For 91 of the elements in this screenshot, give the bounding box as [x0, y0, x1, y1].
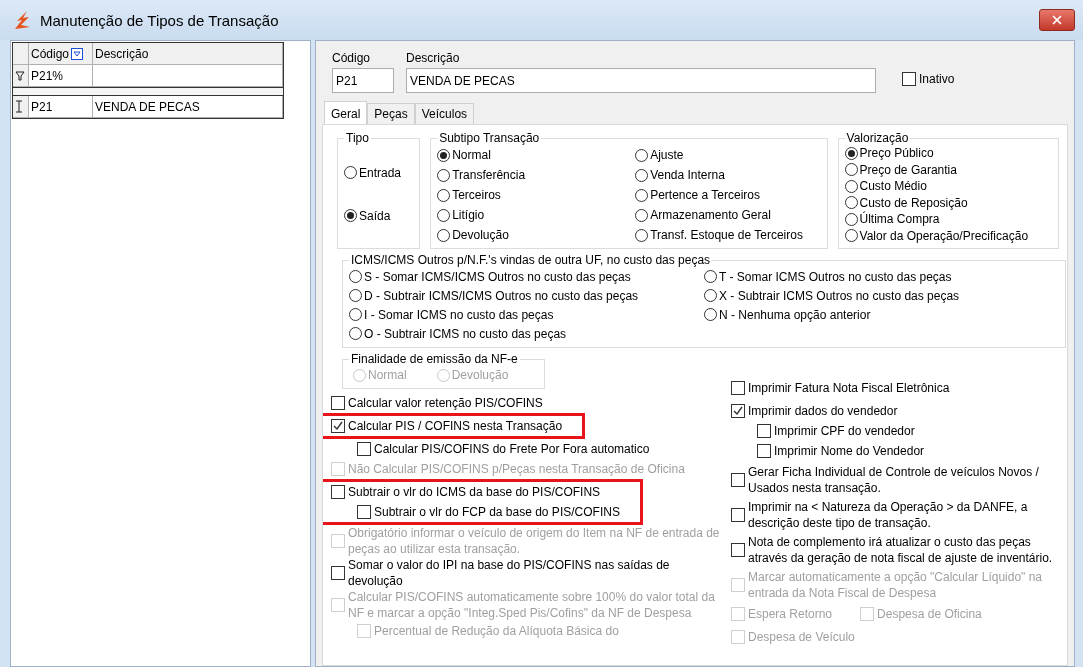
radio-button[interactable]: D - Subtrair ICMS/ICMS Outros no custo das peças	[349, 286, 704, 305]
radio-button[interactable]: Devolução	[437, 225, 636, 245]
radio-button[interactable]: Transf. Estoque de Terceiros	[635, 225, 821, 245]
table-cell: P21	[29, 96, 93, 118]
radio-indicator[interactable]	[437, 228, 451, 242]
radio-button[interactable]: I - Somar ICMS no custo das peças	[349, 305, 704, 324]
table-cell: VENDA DE PECAS	[93, 96, 283, 118]
radio-button[interactable]: T - Somar ICMS Outros no custo das peças	[704, 267, 1059, 286]
radio-button[interactable]: Terceiros	[437, 185, 636, 205]
close-icon	[1050, 13, 1064, 27]
radio-button[interactable]: Pertence a Terceiros	[635, 185, 821, 205]
radio-indicator[interactable]	[635, 208, 649, 222]
radio-indicator[interactable]	[844, 179, 858, 193]
radio-button[interactable]: Transferência	[437, 165, 636, 185]
tab[interactable]: Peças	[367, 103, 415, 124]
radio-indicator[interactable]	[844, 163, 858, 177]
radio-button[interactable]: Preço de Garantia	[844, 161, 1052, 178]
filter-icon	[15, 70, 25, 81]
checkbox[interactable]: Calcular valor retenção PIS/COFINS	[331, 393, 726, 413]
radio-button[interactable]: N - Nenhuma opção anterior	[704, 305, 1059, 324]
group-title: Valorização	[845, 131, 910, 145]
group-title: Finalidade de emissão da NF-e	[350, 352, 519, 366]
tab[interactable]: Veículos	[414, 103, 475, 124]
input-field[interactable]: P21	[332, 68, 394, 93]
radio-indicator[interactable]	[704, 270, 717, 283]
group-title: Tipo	[345, 131, 370, 145]
radio-button[interactable]: Última Compra	[844, 211, 1052, 228]
checkbox[interactable]: Imprimir dados do vendedor	[731, 401, 1059, 421]
radio-button[interactable]: S - Somar ICMS/ICMS Outros no custo das peças	[349, 267, 704, 286]
checkbox[interactable]: Nota de complemento irá atualizar o custo das peças através da geração de nota fiscal de ajuste de inventário.	[731, 534, 1059, 566]
field-label: Descrição	[406, 51, 461, 65]
filter-cell[interactable]	[93, 65, 283, 87]
radio-button[interactable]: X - Subtrair ICMS Outros no custo das peças	[704, 286, 1059, 305]
sort-icon[interactable]	[71, 47, 84, 60]
radio-indicator[interactable]	[349, 270, 362, 283]
radio-button[interactable]: Normal	[437, 145, 636, 165]
radio-button[interactable]: Valor da Operação/Precificação	[844, 227, 1052, 244]
radio-indicator[interactable]	[437, 148, 451, 162]
tab[interactable]: Geral	[324, 101, 368, 125]
radio-indicator[interactable]	[349, 289, 362, 302]
radio-indicator[interactable]	[344, 166, 357, 179]
checkbox[interactable]: Gerar Ficha Individual de Controle de veículos Novos / Usados nesta transação.	[731, 464, 1059, 496]
radio-indicator[interactable]	[844, 229, 858, 243]
radio-indicator[interactable]	[844, 212, 858, 226]
radio-button[interactable]: Ajuste	[635, 145, 821, 165]
radio-button[interactable]: Preço Público	[844, 145, 1052, 162]
radio-button[interactable]: Venda Interna	[635, 165, 821, 185]
checkbox[interactable]: Imprimir Fatura Nota Fiscal Eletrônica	[731, 378, 1059, 398]
radio-indicator[interactable]	[635, 188, 649, 202]
radio-indicator[interactable]	[437, 208, 451, 222]
column-header[interactable]: Código	[29, 43, 93, 65]
checkbox[interactable]: Calcular PIS / COFINS nesta Transação	[331, 416, 563, 436]
radio-indicator[interactable]	[635, 168, 649, 182]
app-logo-icon	[12, 10, 32, 30]
close-button[interactable]	[1039, 9, 1075, 31]
radio-button[interactable]: Armazenamento Geral	[635, 205, 821, 225]
radio-indicator[interactable]	[704, 289, 717, 302]
input-field[interactable]: VENDA DE PECAS	[406, 68, 876, 93]
checkbox[interactable]: Imprimir Nome do Vendedor	[757, 441, 1059, 461]
radio-button[interactable]: Custo de Reposição	[844, 194, 1052, 211]
radio-button[interactable]: Entrada	[344, 163, 414, 182]
radio-indicator[interactable]	[437, 168, 451, 182]
filter-cell[interactable]: P21%	[29, 65, 93, 87]
checkbox[interactable]: Calcular PIS/COFINS do Frete Por Fora automatico	[357, 439, 731, 459]
checkbox[interactable]: Somar o valor do IPI na base do PIS/COFINS nas saídas de devolução	[331, 557, 726, 589]
radio-indicator[interactable]	[344, 209, 357, 222]
checkbox[interactable]: Imprimir CPF do vendedor	[757, 421, 1059, 441]
group-title: Subtipo Transação	[438, 131, 541, 145]
text-cursor-icon	[15, 100, 23, 113]
radio-indicator[interactable]	[844, 196, 858, 210]
radio-indicator[interactable]	[437, 188, 451, 202]
check-icon	[332, 420, 344, 432]
radio-indicator[interactable]	[704, 308, 717, 321]
radio-button[interactable]: Litígio	[437, 205, 636, 225]
checkbox[interactable]: Subtrair o vlr do ICMS da base do PIS/COFINS	[331, 482, 620, 502]
radio-button[interactable]: Saída	[344, 206, 414, 225]
checkbox[interactable]: Subtrair o vlr do FCP da base do PIS/COFINS	[357, 502, 620, 522]
field-label: Código	[332, 51, 372, 65]
group-title: ICMS/ICMS Outros p/N.F.'s vindas de outra UF, no custo das peças	[350, 253, 712, 267]
window-title: Manutenção de Tipos de Transação	[40, 11, 280, 29]
radio-button[interactable]: Custo Médio	[844, 178, 1052, 195]
radio-button[interactable]: O - Subtrair ICMS no custo das peças	[349, 324, 704, 343]
radio-indicator[interactable]	[349, 327, 362, 340]
checkbox[interactable]: Imprimir na < Natureza da Operação > da DANFE, a descrição deste tipo de transação.	[731, 499, 1059, 531]
radio-indicator[interactable]	[635, 228, 649, 242]
check-icon	[732, 405, 744, 417]
column-header[interactable]: Descrição	[93, 43, 283, 65]
radio-indicator[interactable]	[844, 146, 858, 160]
radio-indicator[interactable]	[635, 148, 649, 162]
radio-indicator[interactable]	[349, 308, 362, 321]
checkbox[interactable]: Inativo	[902, 69, 955, 89]
